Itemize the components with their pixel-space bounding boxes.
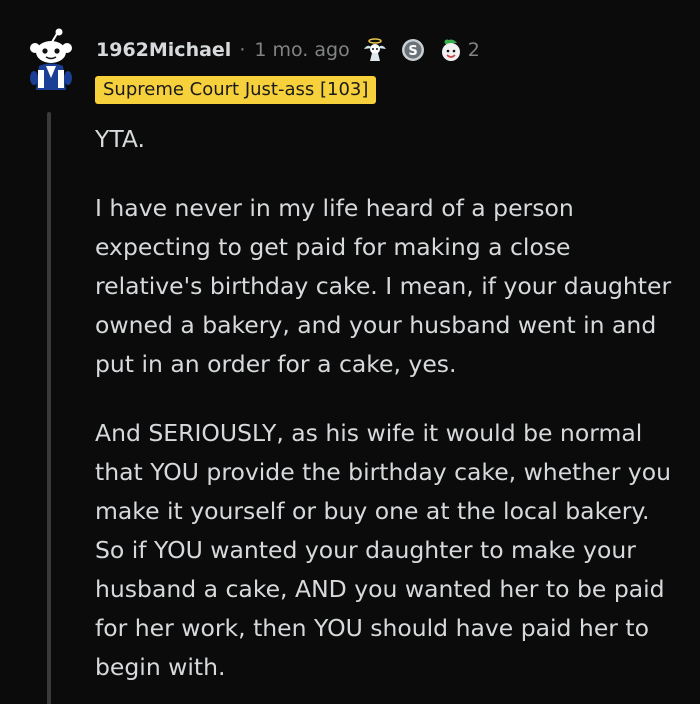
comment-body: YTA. I have never in my life heard of a …	[95, 120, 685, 704]
silver-s-award-icon[interactable]: S	[400, 37, 426, 63]
username-link[interactable]: 1962Michael	[96, 39, 231, 61]
wholesome-award-icon[interactable]	[438, 37, 464, 63]
svg-text:S: S	[408, 44, 417, 59]
comment: 1962Michael · 1 mo. ago S 2 Supreme Cour…	[0, 0, 700, 704]
comment-timestamp[interactable]: 1 mo. ago	[254, 39, 349, 61]
angel-award-icon[interactable]	[362, 37, 388, 63]
comment-paragraph: And SERIOUSLY, as his wife it would be n…	[95, 419, 672, 681]
snoo-avatar-icon	[30, 28, 72, 90]
comment-header: 1962Michael · 1 mo. ago S 2	[96, 34, 480, 66]
comment-paragraph: I have never in my life heard of a perso…	[95, 194, 672, 378]
award-count: 2	[467, 39, 480, 61]
comment-paragraph: YTA.	[95, 125, 146, 153]
meta-separator: ·	[239, 39, 246, 61]
thread-collapse-line[interactable]	[47, 112, 51, 704]
user-flair[interactable]: Supreme Court Just-ass [103]	[95, 76, 377, 104]
avatar[interactable]	[22, 28, 80, 90]
